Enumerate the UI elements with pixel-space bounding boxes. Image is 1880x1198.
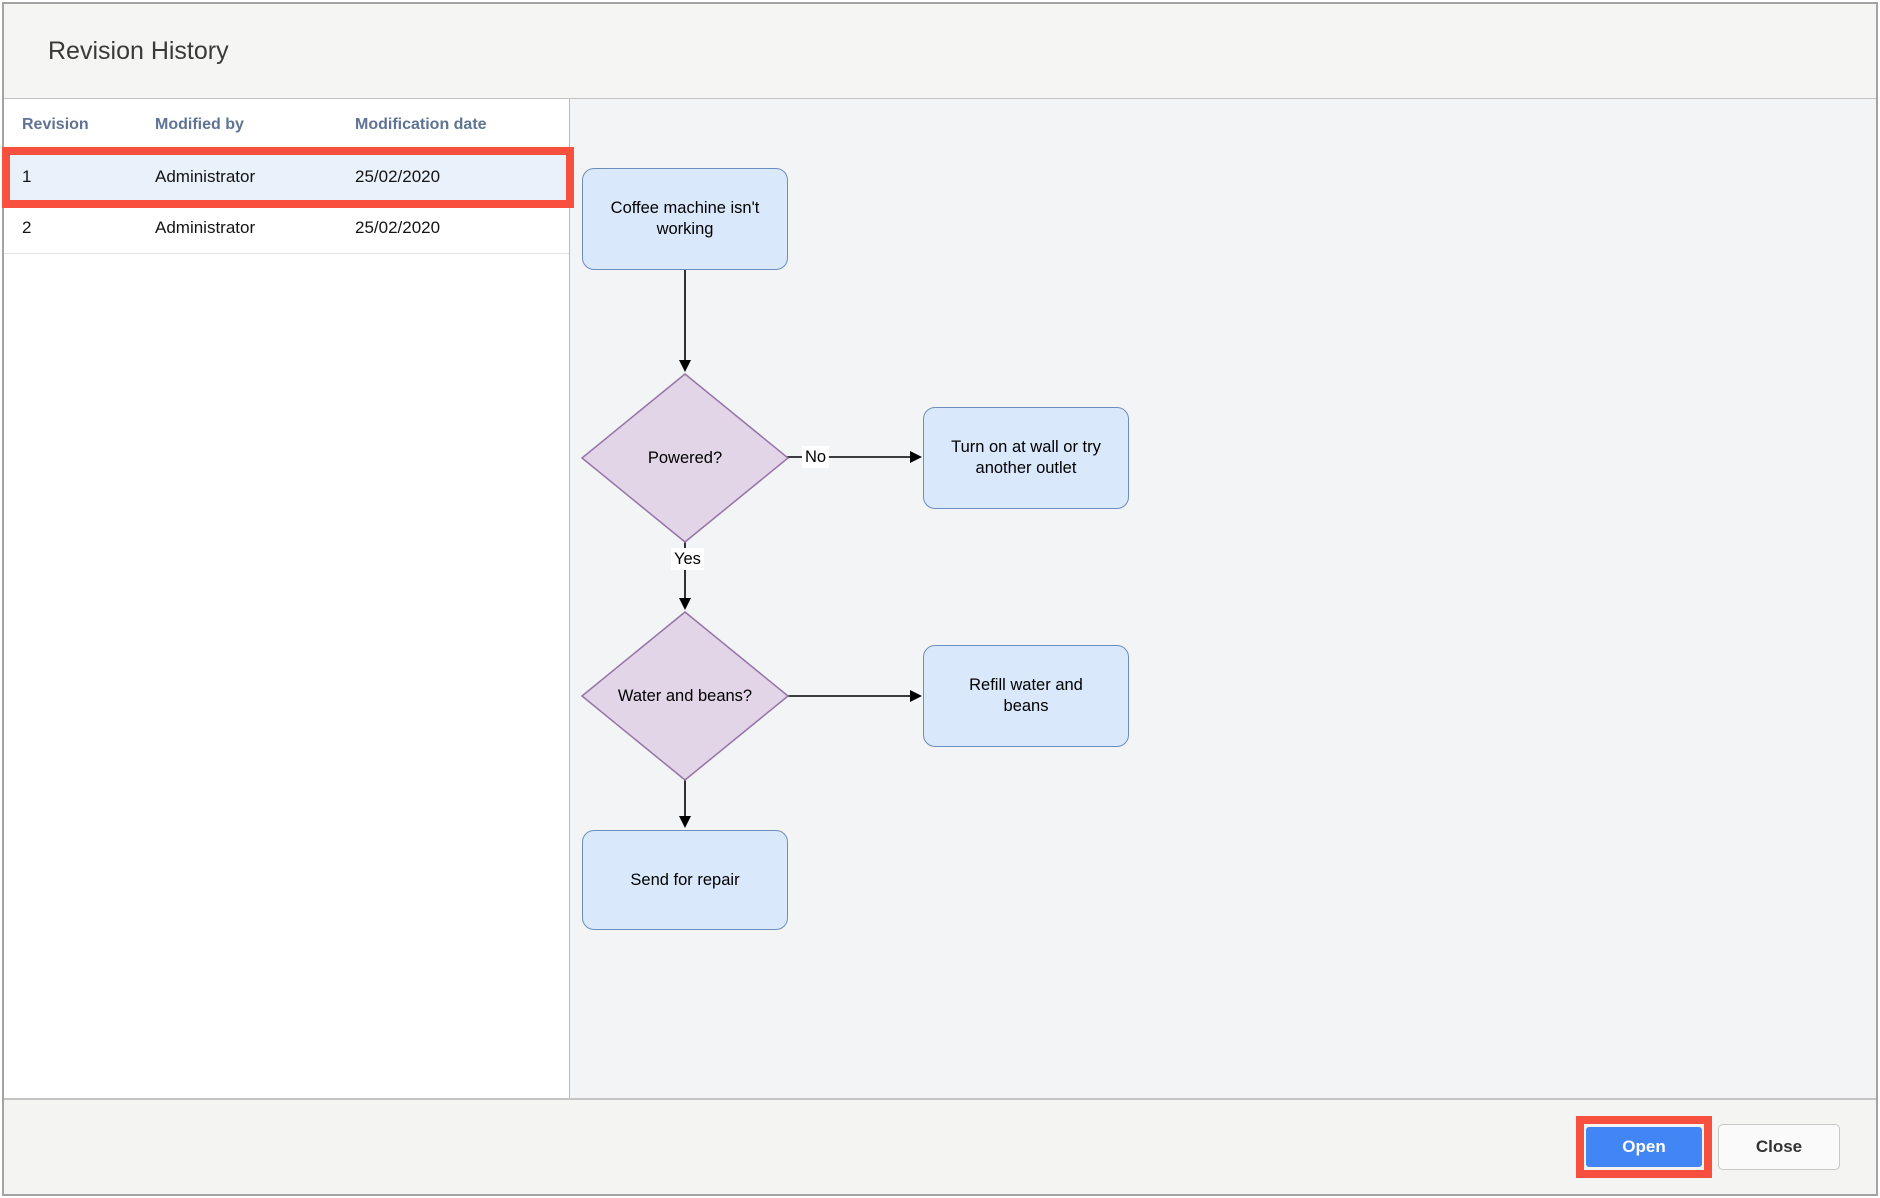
node-powered-label: Powered? bbox=[648, 448, 722, 469]
node-repair-label: Send for repair bbox=[630, 870, 739, 891]
edge-label-no: No bbox=[802, 446, 829, 468]
dialog-title: Revision History bbox=[48, 37, 229, 66]
node-repair: Send for repair bbox=[582, 830, 788, 930]
revision-row-1[interactable]: 1 Administrator 25/02/2020 bbox=[4, 152, 569, 203]
revision-cell: 1 bbox=[4, 167, 137, 187]
dialog-content: Revision Modified by Modification date 1… bbox=[4, 98, 1876, 1100]
node-water-beans: Water and beans? bbox=[582, 612, 788, 780]
open-button[interactable]: Open bbox=[1586, 1127, 1702, 1167]
column-header-modified-by: Modified by bbox=[137, 116, 337, 134]
revision-row-2[interactable]: 2 Administrator 25/02/2020 bbox=[4, 203, 569, 254]
column-header-revision: Revision bbox=[4, 116, 137, 134]
modified-by-cell: Administrator bbox=[137, 167, 337, 187]
modified-by-cell: Administrator bbox=[137, 218, 337, 238]
modification-date-cell: 25/02/2020 bbox=[337, 167, 569, 187]
node-start: Coffee machine isn't working bbox=[582, 168, 788, 270]
node-refill-label: Refill water and beans bbox=[956, 675, 1096, 717]
modification-date-cell: 25/02/2020 bbox=[337, 218, 569, 238]
node-turn-on: Turn on at wall or try another outlet bbox=[923, 407, 1129, 509]
node-start-label: Coffee machine isn't working bbox=[591, 198, 779, 240]
revision-history-dialog: Revision History Revision Modified by Mo… bbox=[2, 2, 1878, 1196]
open-button-highlight-annotation: Open bbox=[1576, 1116, 1712, 1178]
node-powered: Powered? bbox=[582, 374, 788, 542]
node-refill: Refill water and beans bbox=[923, 645, 1129, 747]
diagram-preview-panel: Coffee machine isn't working Powered? Tu… bbox=[570, 99, 1876, 1098]
dialog-footer: Open Close bbox=[4, 1100, 1876, 1194]
revision-cell: 2 bbox=[4, 218, 137, 238]
dialog-header: Revision History bbox=[4, 4, 1876, 98]
node-turn-on-label: Turn on at wall or try another outlet bbox=[932, 437, 1120, 479]
revision-table-header: Revision Modified by Modification date bbox=[4, 99, 569, 152]
column-header-modification-date: Modification date bbox=[337, 116, 569, 134]
revision-table-panel: Revision Modified by Modification date 1… bbox=[4, 99, 570, 1098]
node-water-beans-label: Water and beans? bbox=[618, 686, 752, 707]
close-button[interactable]: Close bbox=[1718, 1124, 1840, 1170]
edge-label-yes: Yes bbox=[671, 548, 704, 570]
